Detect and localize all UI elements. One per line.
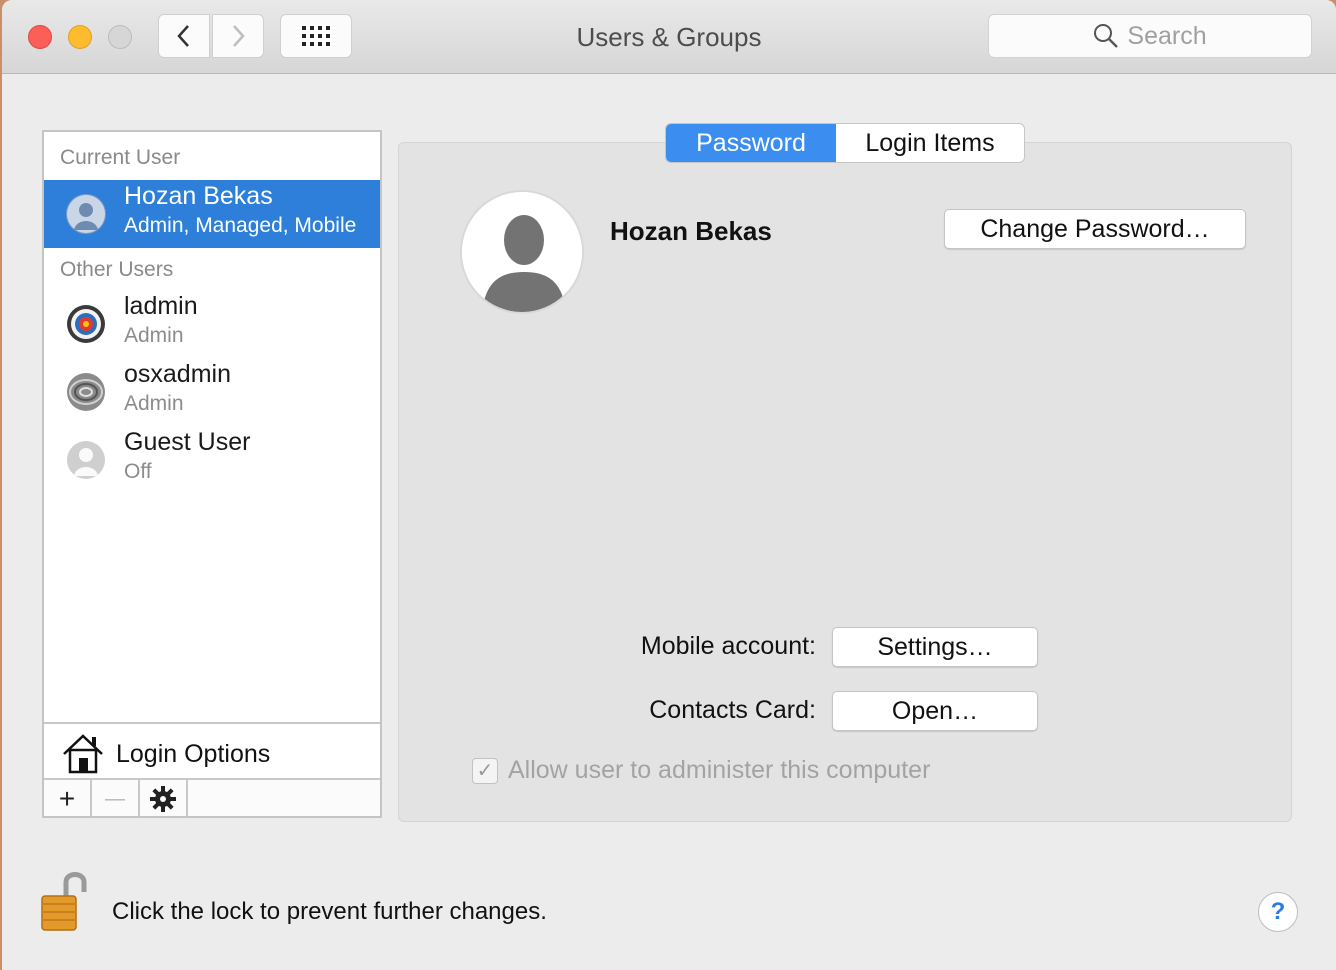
allow-admin-row: ✓ Allow user to administer this computer — [472, 756, 930, 785]
user-role: Admin — [124, 324, 184, 347]
user-name: ladmin — [124, 292, 198, 320]
question-mark-icon: ? — [1270, 898, 1286, 925]
search-icon — [1094, 24, 1119, 48]
minus-icon: — — [105, 787, 125, 810]
lock-status-text: Click the lock to prevent further change… — [112, 898, 547, 925]
unlocked-lock-icon[interactable] — [40, 868, 92, 932]
user-picture[interactable] — [460, 190, 584, 314]
contacts-card-label: Contacts Card: — [649, 696, 816, 724]
other-users-heading: Other Users — [60, 258, 174, 281]
user-role: Admin, Managed, Mobile — [124, 214, 357, 237]
search-placeholder: Search — [1127, 21, 1207, 50]
help-button[interactable]: ? — [1258, 892, 1298, 932]
allow-admin-label: Allow user to administer this computer — [508, 756, 931, 784]
user-role: Off — [124, 460, 152, 483]
silhouette-icon — [462, 192, 582, 312]
user-name: Hozan Bekas — [124, 182, 273, 210]
tab-login-items[interactable]: Login Items — [836, 124, 1024, 162]
tab-bar: Password Login Items — [665, 123, 1025, 163]
allow-admin-checkbox[interactable]: ✓ — [472, 757, 498, 784]
users-sidebar: Current User Hozan Bekas Admin, Managed,… — [42, 130, 382, 818]
target-avatar-icon — [66, 304, 106, 344]
user-avatar-icon — [66, 194, 106, 234]
change-password-button[interactable]: Change Password… — [944, 209, 1246, 249]
settings-button[interactable]: Settings… — [832, 627, 1038, 667]
tab-password[interactable]: Password — [666, 124, 836, 162]
plus-icon: + — [58, 783, 76, 814]
action-menu-button[interactable] — [140, 780, 188, 818]
login-options-label: Login Options — [116, 740, 271, 768]
user-name: osxadmin — [124, 360, 231, 388]
add-user-button[interactable]: + — [44, 780, 92, 818]
house-icon — [63, 734, 103, 774]
user-row-hozan-bekas[interactable]: Hozan Bekas Admin, Managed, Mobile — [44, 180, 380, 248]
user-row-guest-user[interactable]: Guest User Off — [44, 426, 380, 494]
login-options-row[interactable]: Login Options — [44, 722, 380, 778]
remove-user-button[interactable]: — — [92, 780, 140, 818]
silhouette-avatar-icon — [66, 440, 106, 480]
user-row-ladmin[interactable]: ladmin Admin — [44, 290, 380, 358]
user-role: Admin — [124, 392, 184, 415]
sidebar-toolbar: + — — [44, 778, 380, 818]
user-full-name: Hozan Bekas — [610, 216, 772, 246]
search-field[interactable]: Search — [988, 14, 1312, 58]
user-row-osxadmin[interactable]: osxadmin Admin — [44, 358, 380, 426]
gear-icon — [150, 786, 176, 812]
current-user-heading: Current User — [60, 146, 181, 169]
open-button[interactable]: Open… — [832, 691, 1038, 731]
mobile-account-label: Mobile account: — [640, 632, 816, 660]
swirl-avatar-icon — [66, 372, 106, 412]
user-name: Guest User — [124, 428, 251, 456]
users-groups-window: Users & Groups Search Current User Hozan… — [2, 0, 1336, 970]
title-bar: Users & Groups Search — [2, 0, 1336, 74]
